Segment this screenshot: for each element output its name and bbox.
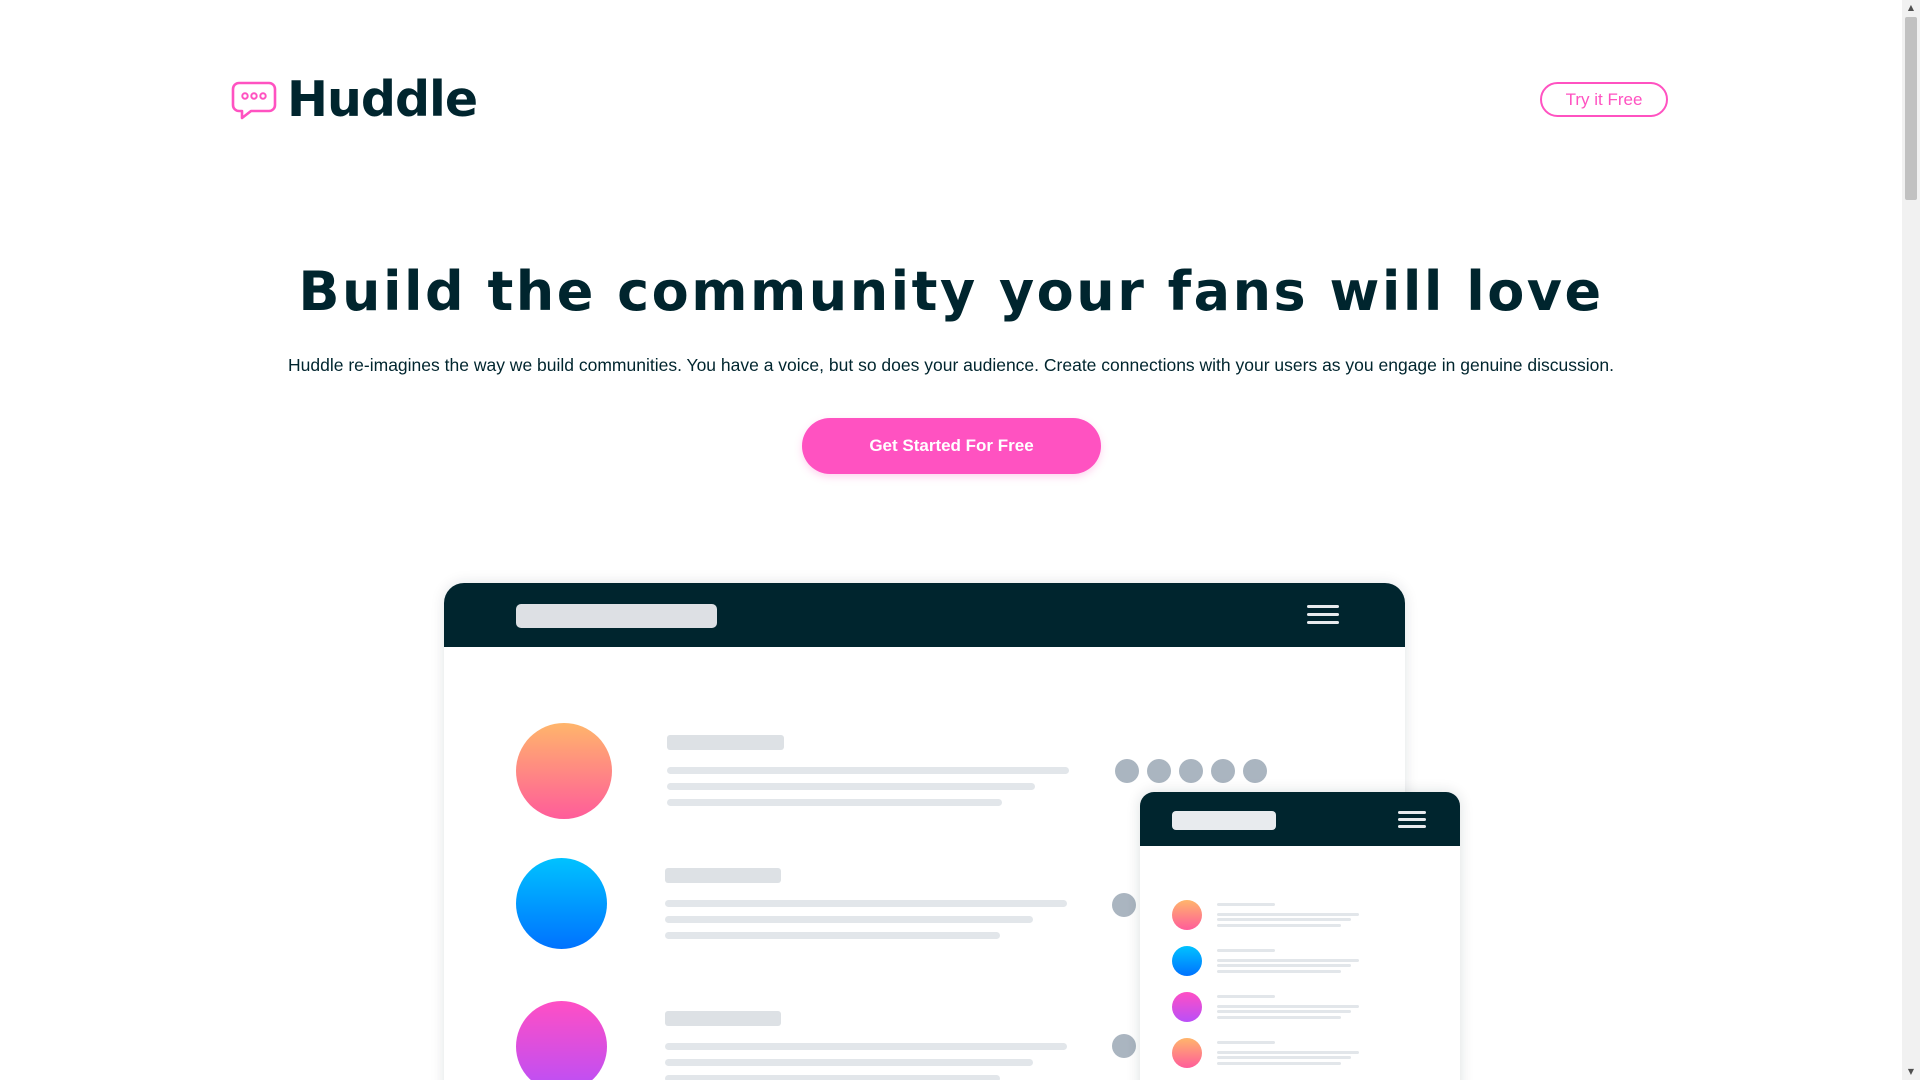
scroll-down-arrow-icon[interactable]: ▼ xyxy=(1902,1064,1920,1080)
reaction-dot xyxy=(1147,759,1171,783)
text-placeholder xyxy=(665,1075,1000,1080)
chat-bubble-icon xyxy=(231,81,277,119)
text-placeholder xyxy=(667,735,784,750)
reaction-dot xyxy=(1211,759,1235,783)
hero-title: Build the community your fans will love xyxy=(298,260,1604,323)
avatar xyxy=(1172,992,1202,1022)
text-placeholder xyxy=(665,868,781,883)
avatar xyxy=(516,723,612,819)
text-placeholder xyxy=(667,783,1035,790)
brand-name: Huddle xyxy=(287,71,478,128)
text-placeholder xyxy=(665,1059,1033,1066)
brand-logo[interactable]: Huddle xyxy=(231,71,478,128)
mockup-navbar xyxy=(444,583,1405,647)
hamburger-menu-icon xyxy=(1307,605,1339,627)
text-placeholder xyxy=(667,767,1069,774)
mockup-title-placeholder xyxy=(516,604,717,628)
vertical-scrollbar[interactable]: ▲ ▼ xyxy=(1902,0,1920,1080)
reaction-dot xyxy=(1115,759,1139,783)
text-placeholder xyxy=(667,799,1002,806)
scroll-up-arrow-icon[interactable]: ▲ xyxy=(1902,0,1920,16)
hero-description: Huddle re-imagines the way we build comm… xyxy=(288,355,1614,375)
scrollbar-thumb[interactable] xyxy=(1905,17,1917,200)
avatar xyxy=(1172,1038,1202,1068)
mobile-navbar xyxy=(1140,792,1460,846)
mobile-mockup-illustration xyxy=(1140,792,1460,1080)
avatar xyxy=(516,858,607,949)
avatar xyxy=(1172,900,1202,930)
reaction-dot xyxy=(1243,759,1267,783)
get-started-button[interactable]: Get Started For Free xyxy=(802,418,1101,474)
reaction-dot xyxy=(1112,1034,1136,1058)
text-placeholder xyxy=(665,1043,1067,1050)
text-placeholder xyxy=(665,900,1067,907)
reaction-dot xyxy=(1112,893,1136,917)
avatar xyxy=(1172,946,1202,976)
reaction-dot xyxy=(1179,759,1203,783)
avatar xyxy=(516,1001,607,1080)
text-placeholder xyxy=(665,1011,781,1026)
hamburger-menu-icon xyxy=(1398,811,1426,829)
try-it-free-button[interactable]: Try it Free xyxy=(1540,82,1668,117)
text-placeholder xyxy=(665,916,1033,923)
mobile-title-placeholder xyxy=(1172,811,1276,830)
text-placeholder xyxy=(665,932,1000,939)
